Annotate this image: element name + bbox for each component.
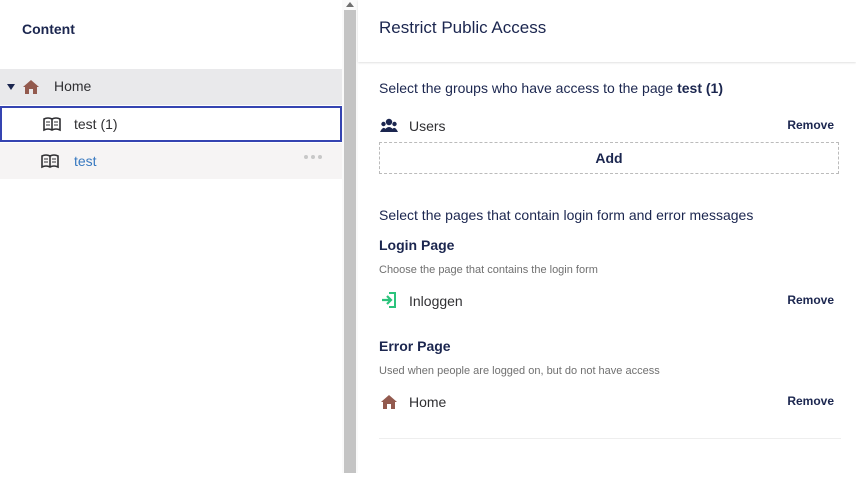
error-page-label: Home [409,394,447,410]
group-item-label: Users [409,118,446,134]
groups-intro-text: Select the groups who have access to the… [379,80,674,96]
users-icon [380,118,398,132]
scrollbar-thumb[interactable] [344,10,356,473]
dialog-title: Restrict Public Access [379,18,547,37]
home-icon [381,395,397,409]
tree-title: Content [22,21,75,37]
login-page-heading: Login Page [379,237,455,253]
page-name: test (1) [677,80,723,96]
tree-node-label: test (1) [74,116,118,132]
home-icon [23,80,39,94]
book-icon [43,117,61,132]
error-page-heading: Error Page [379,338,451,354]
sign-in-icon [382,292,396,308]
add-group-button[interactable]: Add [379,142,839,174]
tree-node-label: Home [54,78,92,94]
scroll-up-icon[interactable] [346,2,354,7]
remove-group-button[interactable]: Remove [787,118,834,132]
groups-intro: Select the groups who have access to the… [379,80,723,96]
content-tree-panel: Content Home test (1) test [0,0,342,480]
remove-login-page-button[interactable]: Remove [787,293,834,307]
tree-node-label: test [74,153,97,169]
error-page-hint: Used when people are logged on, but do n… [379,365,660,377]
caret-down-icon[interactable] [7,84,15,90]
tree-node-test-1[interactable]: test (1) [0,106,342,142]
tree-node-home[interactable]: Home [0,69,342,105]
pages-intro: Select the pages that contain login form… [379,207,754,223]
dialog-header: Restrict Public Access [358,0,856,62]
tree-node-test[interactable]: test [0,143,342,179]
dialog-divider [379,438,841,439]
remove-error-page-button[interactable]: Remove [787,394,834,408]
restrict-access-dialog: Restrict Public Access Select the groups… [358,0,856,480]
login-page-hint: Choose the page that contains the login … [379,264,598,276]
book-icon [41,154,59,169]
login-page-label: Inloggen [409,293,463,309]
more-actions-icon[interactable] [304,155,322,159]
panel-splitter[interactable] [342,0,358,473]
